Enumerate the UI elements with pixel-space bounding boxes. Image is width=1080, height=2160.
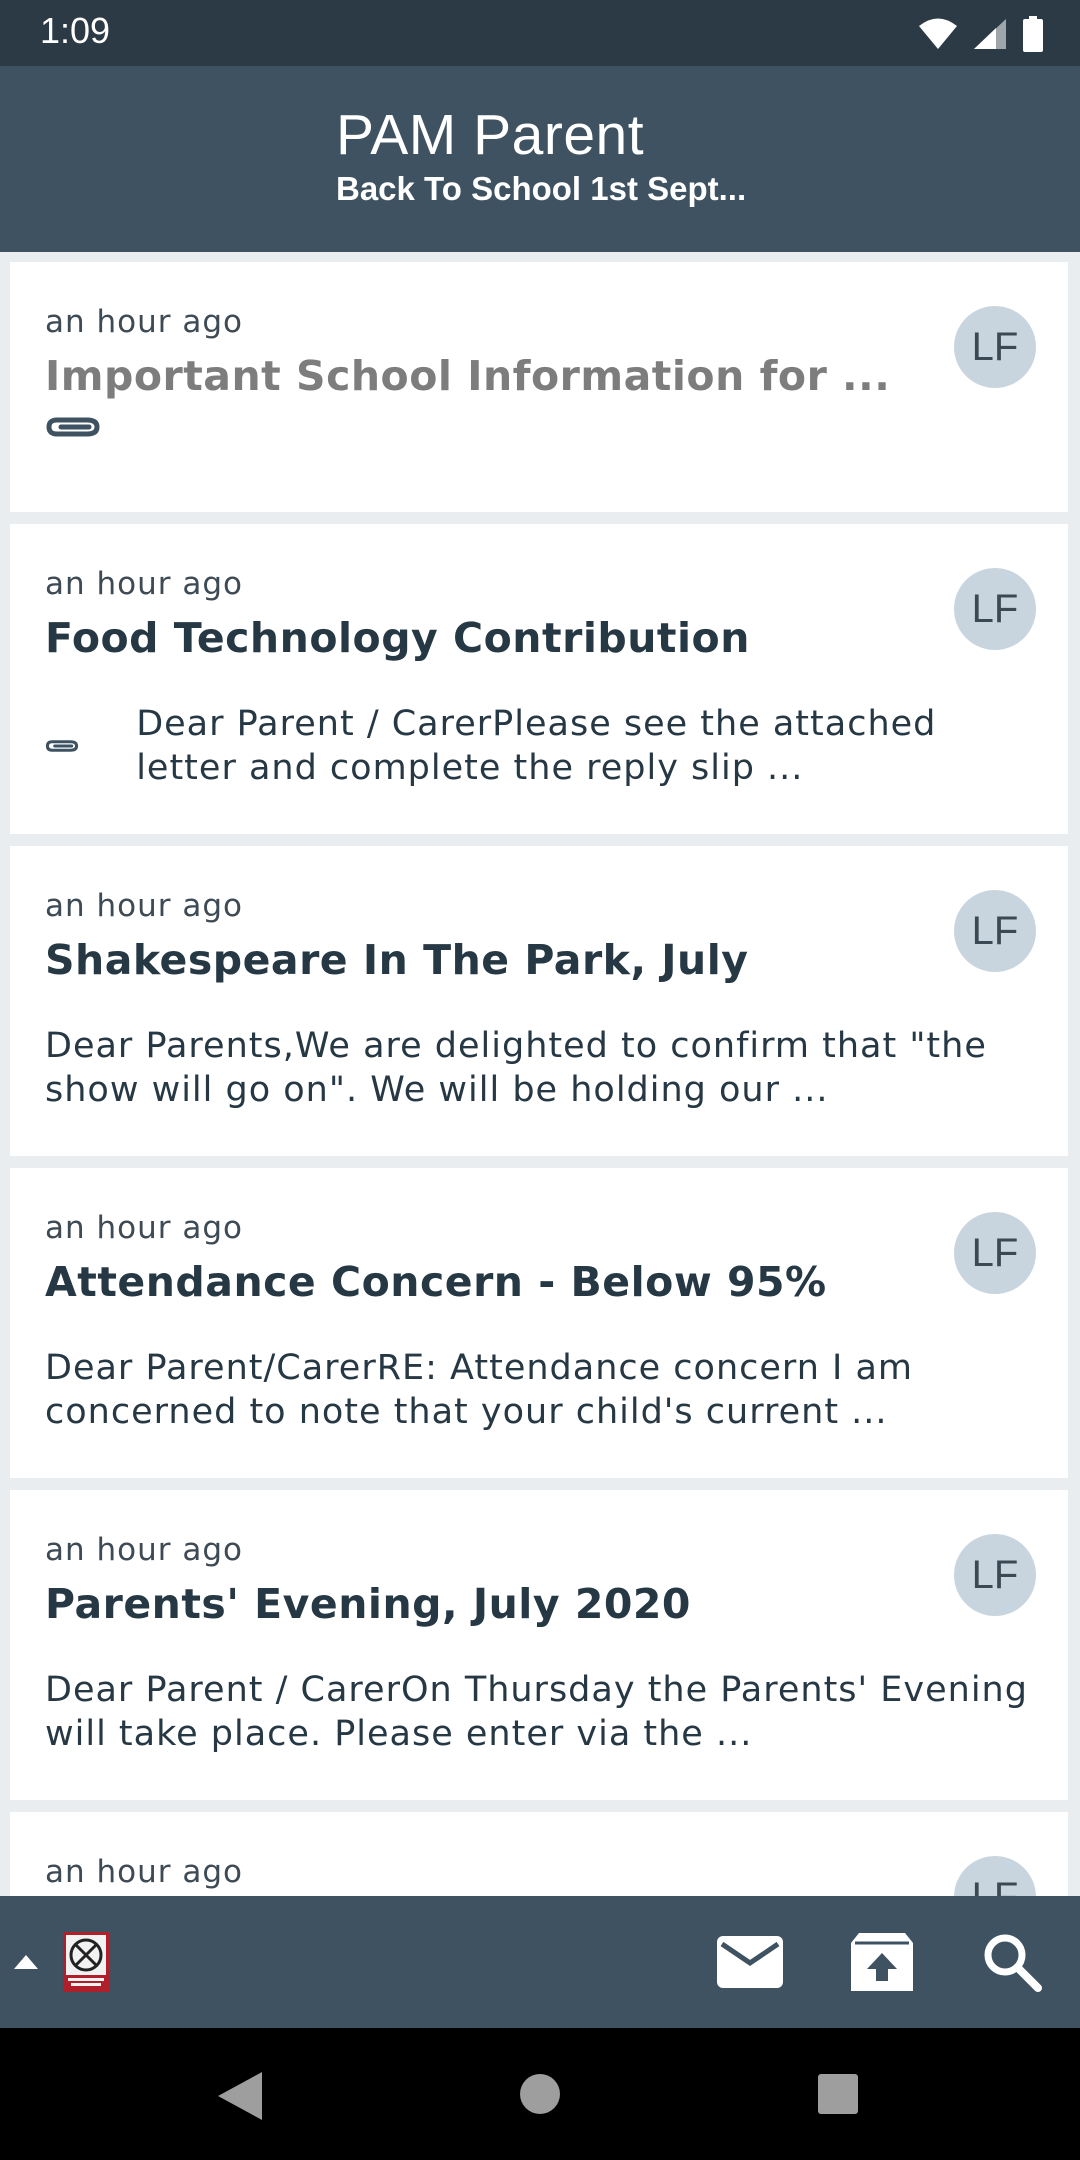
- avatar: LF: [954, 306, 1036, 388]
- message-time: an hour ago: [45, 888, 243, 924]
- message-card[interactable]: an hour ago Food Technology Contribution…: [10, 524, 1068, 834]
- message-title: Shakespeare In The Park, July: [45, 936, 749, 984]
- message-card[interactable]: an hour ago Parents' Evening, July 2020 …: [10, 1490, 1068, 1800]
- mail-icon[interactable]: [714, 1926, 786, 1998]
- avatar: LF: [954, 1534, 1036, 1616]
- app-title: PAM Parent: [336, 103, 645, 167]
- recents-icon[interactable]: [818, 2074, 858, 2114]
- back-icon[interactable]: [218, 2072, 262, 2120]
- message-preview: Dear Parents,We are delighted to confirm…: [45, 1026, 987, 1110]
- message-title: Parents' Evening, July 2020: [45, 1580, 691, 1628]
- caret-up-icon[interactable]: [4, 1926, 48, 1998]
- bottom-bar: [0, 1896, 1080, 2028]
- message-title: Important School Information for ...: [45, 352, 891, 400]
- message-preview-row: Dear Parent / CarerPlease see the attach…: [45, 702, 1034, 790]
- message-time: an hour ago: [45, 1854, 243, 1890]
- message-preview: Dear Parent/CarerRE: Attendance concern …: [45, 1348, 913, 1432]
- avatar: LF: [954, 1212, 1036, 1294]
- message-preview: Dear Parent / CarerOn Thursday the Paren…: [45, 1670, 1028, 1754]
- app-header: PAM Parent Back To School 1st Sept...: [0, 66, 1080, 252]
- message-list[interactable]: an hour ago Important School Information…: [10, 262, 1068, 1896]
- message-card[interactable]: an hour ago Important School Information…: [10, 262, 1068, 512]
- message-card[interactable]: an hour ago LF: [10, 1812, 1068, 1896]
- message-card[interactable]: an hour ago Attendance Concern - Below 9…: [10, 1168, 1068, 1478]
- archive-upload-icon[interactable]: [846, 1926, 918, 1998]
- avatar: LF: [954, 568, 1036, 650]
- school-crest-logo[interactable]: [50, 1926, 122, 1998]
- paperclip-icon: [45, 740, 79, 752]
- search-icon[interactable]: [976, 1926, 1048, 1998]
- message-time: an hour ago: [45, 1532, 243, 1568]
- home-icon[interactable]: [520, 2074, 560, 2114]
- wifi-icon: [919, 18, 957, 49]
- status-time: 1:09: [40, 10, 111, 51]
- app-subtitle[interactable]: Back To School 1st Sept...: [336, 170, 746, 208]
- message-time: an hour ago: [45, 304, 243, 340]
- message-time: an hour ago: [45, 566, 243, 602]
- status-icons: [918, 14, 1044, 54]
- message-time: an hour ago: [45, 1210, 243, 1246]
- message-title: Attendance Concern - Below 95%: [45, 1258, 827, 1306]
- battery-icon: [1023, 16, 1043, 52]
- system-nav-bar: [0, 2028, 1080, 2160]
- avatar: LF: [954, 890, 1036, 972]
- message-card[interactable]: an hour ago Shakespeare In The Park, Jul…: [10, 846, 1068, 1156]
- status-bar: 1:09: [0, 0, 1080, 66]
- paperclip-icon: [46, 417, 100, 437]
- signal-icon: [974, 19, 1006, 49]
- message-title: Food Technology Contribution: [45, 614, 750, 662]
- message-preview: Dear Parent / CarerPlease see the attach…: [136, 704, 937, 788]
